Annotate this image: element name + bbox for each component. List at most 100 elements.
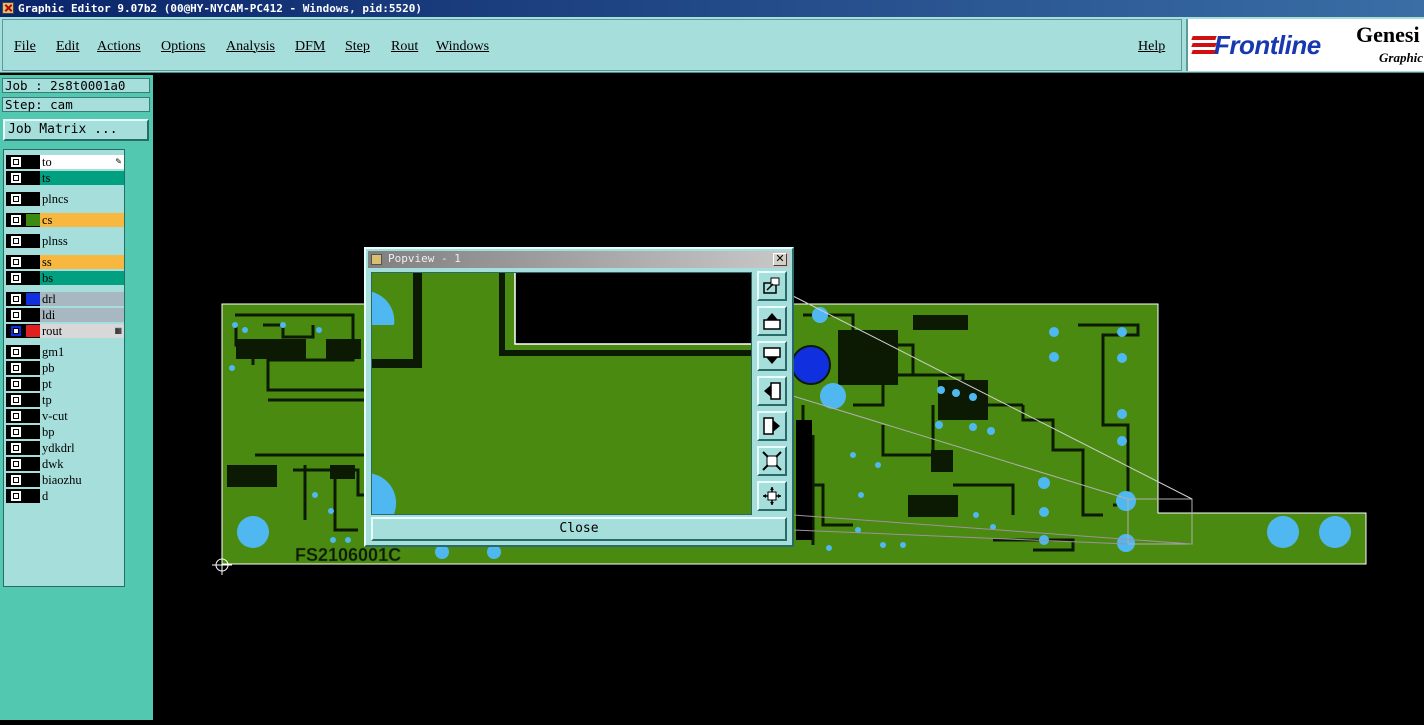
menu-edit[interactable]: Edit	[56, 39, 79, 55]
layer-name[interactable]: to ✎	[40, 155, 124, 169]
layer-color-swatch[interactable]	[26, 394, 40, 406]
layer-color-swatch[interactable]	[26, 293, 40, 305]
layer-row-tp[interactable]: tp	[6, 393, 124, 407]
popview-close-button[interactable]: Close	[371, 517, 787, 541]
layer-checkbox[interactable]	[11, 215, 21, 225]
layer-name[interactable]: plnss	[40, 234, 124, 248]
layer-name[interactable]: ldi	[40, 308, 124, 322]
layer-row-v-cut[interactable]: v-cut	[6, 409, 124, 423]
menu-analysis[interactable]: Analysis	[226, 39, 275, 55]
layer-checkbox[interactable]	[11, 273, 21, 283]
menu-rout[interactable]: Rout	[391, 39, 418, 55]
graphic-canvas[interactable]: FS2106001C Popview - 1 ✕ Close	[153, 75, 1424, 720]
layer-row-pt[interactable]: pt	[6, 377, 124, 391]
popview-titlebar[interactable]: Popview - 1 ✕	[368, 251, 790, 268]
layer-row-dwk[interactable]: dwk	[6, 457, 124, 471]
layer-checkbox[interactable]	[11, 363, 21, 373]
layer-name[interactable]: bs	[40, 271, 124, 285]
popview-close-icon[interactable]: ✕	[773, 253, 787, 266]
layer-checkbox[interactable]	[11, 427, 21, 437]
layer-row-ldi[interactable]: ldi	[6, 308, 124, 322]
layer-color-swatch[interactable]	[26, 193, 40, 205]
layer-row-d[interactable]: d	[6, 489, 124, 503]
layer-color-swatch[interactable]	[26, 346, 40, 358]
zoom-fit-button[interactable]	[757, 446, 787, 476]
layer-color-swatch[interactable]	[26, 309, 40, 321]
job-matrix-button[interactable]: Job Matrix ...	[3, 119, 149, 141]
layer-color-swatch[interactable]	[26, 272, 40, 284]
layer-name[interactable]: biaozhu	[40, 473, 124, 487]
layer-row-ss[interactable]: ss	[6, 255, 124, 269]
layer-checkbox[interactable]	[11, 491, 21, 501]
layer-color-swatch[interactable]	[26, 378, 40, 390]
layer-name[interactable]: pt	[40, 377, 124, 391]
layer-name[interactable]: cs	[40, 213, 124, 227]
layer-color-swatch[interactable]	[26, 362, 40, 374]
layer-color-swatch[interactable]	[26, 156, 40, 168]
layer-checkbox[interactable]	[11, 257, 21, 267]
layer-color-swatch[interactable]	[26, 256, 40, 268]
layer-row-rout[interactable]: rout ▦	[6, 324, 124, 338]
layer-checkbox[interactable]	[11, 411, 21, 421]
layer-name[interactable]: plncs	[40, 192, 124, 206]
layer-checkbox[interactable]	[11, 395, 21, 405]
layer-color-swatch[interactable]	[26, 442, 40, 454]
popview-canvas[interactable]	[371, 272, 752, 515]
layer-checkbox[interactable]	[11, 347, 21, 357]
layer-name[interactable]: ss	[40, 255, 124, 269]
layer-name[interactable]: dwk	[40, 457, 124, 471]
layer-row-cs[interactable]: cs	[6, 213, 124, 227]
layer-color-swatch[interactable]	[26, 474, 40, 486]
layer-color-swatch[interactable]	[26, 410, 40, 422]
layer-row-ts[interactable]: ts	[6, 171, 124, 185]
layer-name[interactable]: rout ▦	[40, 324, 124, 338]
layer-row-plnss[interactable]: plnss	[6, 234, 124, 248]
layer-checkbox[interactable]	[11, 194, 21, 204]
menu-options[interactable]: Options	[161, 39, 205, 55]
layer-checkbox[interactable]	[11, 326, 21, 336]
layer-checkbox[interactable]	[11, 475, 21, 485]
layer-name[interactable]: d	[40, 489, 124, 503]
layer-row-to[interactable]: to ✎	[6, 155, 124, 169]
layer-row-pb[interactable]: pb	[6, 361, 124, 375]
layer-color-swatch[interactable]	[26, 214, 40, 226]
layer-row-bs[interactable]: bs	[6, 271, 124, 285]
layer-name[interactable]: bp	[40, 425, 124, 439]
layer-row-ydkdrl[interactable]: ydkdrl	[6, 441, 124, 455]
layer-row-drl[interactable]: drl	[6, 292, 124, 306]
layer-name[interactable]: v-cut	[40, 409, 124, 423]
layer-name[interactable]: ydkdrl	[40, 441, 124, 455]
app-icon[interactable]	[2, 2, 14, 14]
layer-checkbox[interactable]	[11, 173, 21, 183]
zoom-window-button[interactable]	[757, 271, 787, 301]
layer-name[interactable]: ts	[40, 171, 124, 185]
layer-row-bp[interactable]: bp	[6, 425, 124, 439]
layer-row-plncs[interactable]: plncs	[6, 192, 124, 206]
layer-name[interactable]: gm1	[40, 345, 124, 359]
layer-name[interactable]: pb	[40, 361, 124, 375]
layer-checkbox[interactable]	[11, 310, 21, 320]
layer-color-swatch[interactable]	[26, 235, 40, 247]
menu-help[interactable]: Help	[1138, 39, 1165, 55]
menu-actions[interactable]: Actions	[97, 39, 141, 55]
layer-checkbox[interactable]	[11, 443, 21, 453]
pan-left-button[interactable]	[757, 376, 787, 406]
layer-color-swatch[interactable]	[26, 458, 40, 470]
pan-down-button[interactable]	[757, 341, 787, 371]
layer-name[interactable]: drl	[40, 292, 124, 306]
layer-checkbox[interactable]	[11, 459, 21, 469]
zoom-home-button[interactable]	[757, 481, 787, 511]
layer-row-biaozhu[interactable]: biaozhu	[6, 473, 124, 487]
layer-name[interactable]: tp	[40, 393, 124, 407]
layer-checkbox[interactable]	[11, 294, 21, 304]
menu-dfm[interactable]: DFM	[295, 39, 325, 55]
layer-color-swatch[interactable]	[26, 172, 40, 184]
pan-up-button[interactable]	[757, 306, 787, 336]
menu-step[interactable]: Step	[345, 39, 370, 55]
layer-color-swatch[interactable]	[26, 490, 40, 502]
menu-file[interactable]: File	[14, 39, 36, 55]
layer-checkbox[interactable]	[11, 236, 21, 246]
layer-checkbox[interactable]	[11, 379, 21, 389]
menu-windows[interactable]: Windows	[436, 39, 489, 55]
layer-color-swatch[interactable]	[26, 325, 40, 337]
